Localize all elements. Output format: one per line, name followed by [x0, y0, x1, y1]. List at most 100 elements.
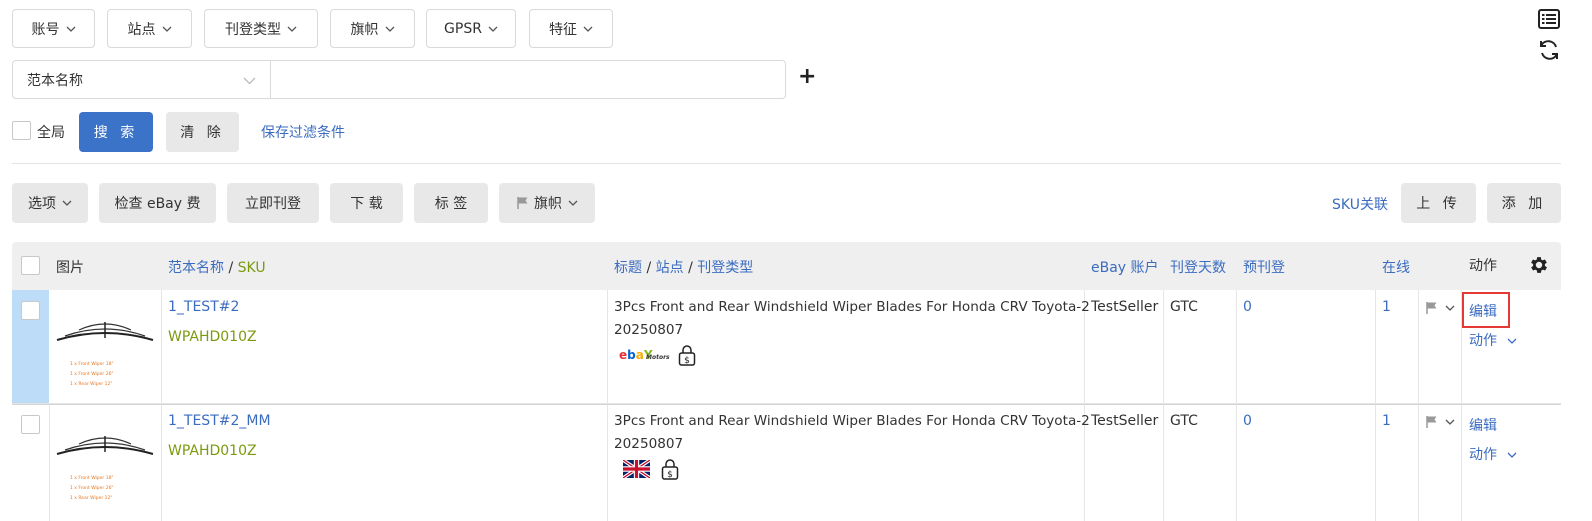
search-input[interactable] — [270, 60, 786, 99]
filter-listing-type-label: 刊登类型 — [225, 21, 281, 38]
gear-icon[interactable] — [1528, 254, 1550, 276]
chevron-down-icon — [583, 26, 593, 32]
filter-flag[interactable]: 旗帜 — [330, 9, 415, 48]
header-online[interactable]: 在线 — [1382, 257, 1410, 277]
listing-title-line1: 3Pcs Front and Rear Windshield Wiper Bla… — [614, 299, 1090, 315]
flag-menu-label: 旗帜 — [534, 196, 562, 212]
pre-listing-count[interactable]: 0 — [1243, 299, 1252, 315]
download-button[interactable]: 下 载 — [330, 183, 403, 223]
filter-account-label: 账号 — [31, 21, 60, 38]
header-site[interactable]: 站点 — [656, 260, 684, 276]
listing-title-line2: 20250807 — [614, 436, 684, 452]
svg-text:Motors: Motors — [646, 354, 670, 361]
global-label: 全局 — [37, 125, 65, 141]
add-condition-button[interactable]: + — [798, 64, 816, 89]
flag-icon — [1426, 302, 1437, 314]
chevron-down-icon — [385, 26, 394, 32]
filter-site-label: 站点 — [127, 21, 156, 38]
thumb-caption-3: 1 x Rear Wiper 12" — [70, 495, 112, 501]
search-field-select[interactable]: 范本名称 — [12, 60, 271, 99]
header-separator: / — [228, 260, 234, 276]
thumb-caption-2: 1 x Front Wiper 26" — [70, 371, 114, 377]
ebay-account: TestSeller — [1091, 299, 1159, 315]
lock-price-icon: $ — [661, 459, 679, 480]
filter-gpsr[interactable]: GPSR — [426, 9, 516, 48]
row-action-label: 动作 — [1469, 447, 1497, 463]
sku: WPAHD010Z — [168, 443, 257, 459]
header-separator: / — [646, 260, 652, 276]
search-button[interactable]: 搜 索 — [79, 112, 153, 152]
check-ebay-fee-button[interactable]: 检查 eBay 费 — [99, 183, 216, 223]
header-pre-listing[interactable]: 预刊登 — [1243, 257, 1285, 277]
chevron-down-icon — [1445, 305, 1455, 311]
refresh-icon[interactable] — [1538, 39, 1560, 61]
chevron-down-icon — [488, 26, 498, 32]
listing-duration: GTC — [1170, 413, 1198, 429]
ebay-account: TestSeller — [1091, 413, 1159, 429]
thumb-caption-1: 1 x Front Wiper 18" — [70, 475, 114, 481]
chevron-down-icon — [162, 26, 171, 32]
header-separator: / — [688, 260, 693, 276]
save-filter-link[interactable]: 保存过滤条件 — [261, 122, 345, 142]
edit-link[interactable]: 编辑 — [1469, 415, 1497, 435]
sku-link[interactable]: SKU关联 — [1332, 194, 1388, 214]
flag-icon — [1426, 416, 1437, 428]
chevron-down-icon — [62, 200, 72, 206]
options-label: 选项 — [28, 196, 56, 212]
chevron-down-icon — [66, 26, 75, 32]
svg-text:$: $ — [684, 356, 690, 366]
list-view-icon[interactable] — [1538, 9, 1560, 29]
edit-link[interactable]: 编辑 — [1469, 301, 1497, 321]
listing-duration: GTC — [1170, 299, 1198, 315]
filter-gpsr-label: GPSR — [444, 20, 482, 37]
header-listing-type[interactable]: 刊登类型 — [697, 260, 753, 276]
row-checkbox[interactable] — [21, 415, 40, 434]
select-all-checkbox[interactable] — [21, 256, 40, 275]
filter-listing-type[interactable]: 刊登类型 — [204, 9, 318, 48]
filter-flag-label: 旗帜 — [350, 21, 379, 38]
header-template-sku[interactable]: 范本名称 / SKU — [168, 257, 266, 277]
chevron-down-icon — [287, 26, 297, 32]
row-flag-menu[interactable] — [1425, 301, 1457, 315]
row-action-menu[interactable]: 动作 — [1469, 444, 1517, 464]
header-template-name[interactable]: 范本名称 — [168, 260, 224, 276]
product-thumbnail[interactable]: 1 x Front Wiper 18" 1 x Front Wiper 26" … — [55, 308, 155, 394]
chevron-down-icon — [1507, 452, 1517, 458]
divider — [12, 163, 1561, 164]
add-button[interactable]: 添 加 — [1487, 183, 1561, 223]
header-ebay-account[interactable]: eBay 账户 — [1091, 257, 1159, 277]
row-checkbox[interactable] — [21, 301, 40, 320]
options-button[interactable]: 选项 — [12, 183, 88, 223]
flag-icon — [517, 197, 528, 209]
chevron-down-icon — [1445, 419, 1455, 425]
template-name[interactable]: 1_TEST#2_MM — [168, 413, 271, 429]
filter-feature[interactable]: 特征 — [529, 9, 613, 48]
ebay-motors-icon: ebaY Motors — [619, 348, 670, 362]
listing-title: 3Pcs Front and Rear Windshield Wiper Bla… — [614, 410, 1090, 456]
row-action-label: 动作 — [1469, 333, 1497, 349]
flag-menu-button[interactable]: 旗帜 — [499, 183, 595, 223]
header-sku[interactable]: SKU — [238, 260, 266, 276]
svg-text:$: $ — [667, 470, 673, 480]
template-name[interactable]: 1_TEST#2 — [168, 299, 239, 315]
row-flag-menu[interactable] — [1425, 415, 1457, 429]
filter-site[interactable]: 站点 — [107, 9, 192, 48]
online-count[interactable]: 1 — [1382, 413, 1391, 429]
global-checkbox[interactable] — [12, 121, 31, 140]
header-title[interactable]: 标题 — [614, 260, 642, 276]
filter-feature-label: 特征 — [549, 21, 577, 38]
pre-listing-count[interactable]: 0 — [1243, 413, 1252, 429]
listing-title-line1: 3Pcs Front and Rear Windshield Wiper Bla… — [614, 413, 1090, 429]
upload-button[interactable]: 上 传 — [1401, 183, 1476, 223]
product-thumbnail[interactable]: 1 x Front Wiper 18" 1 x Front Wiper 26" … — [55, 422, 155, 508]
row-action-menu[interactable]: 动作 — [1469, 330, 1517, 350]
chevron-down-icon — [568, 200, 578, 206]
list-now-button[interactable]: 立即刊登 — [227, 183, 319, 223]
lock-price-icon: $ — [678, 345, 696, 366]
filter-account[interactable]: 账号 — [12, 9, 95, 48]
header-title-site-type[interactable]: 标题 / 站点 / 刊登类型 — [614, 257, 753, 277]
header-listing-days[interactable]: 刊登天数 — [1170, 257, 1226, 277]
tag-button[interactable]: 标 签 — [414, 183, 488, 223]
online-count[interactable]: 1 — [1382, 299, 1391, 315]
clear-button[interactable]: 清 除 — [166, 112, 239, 152]
